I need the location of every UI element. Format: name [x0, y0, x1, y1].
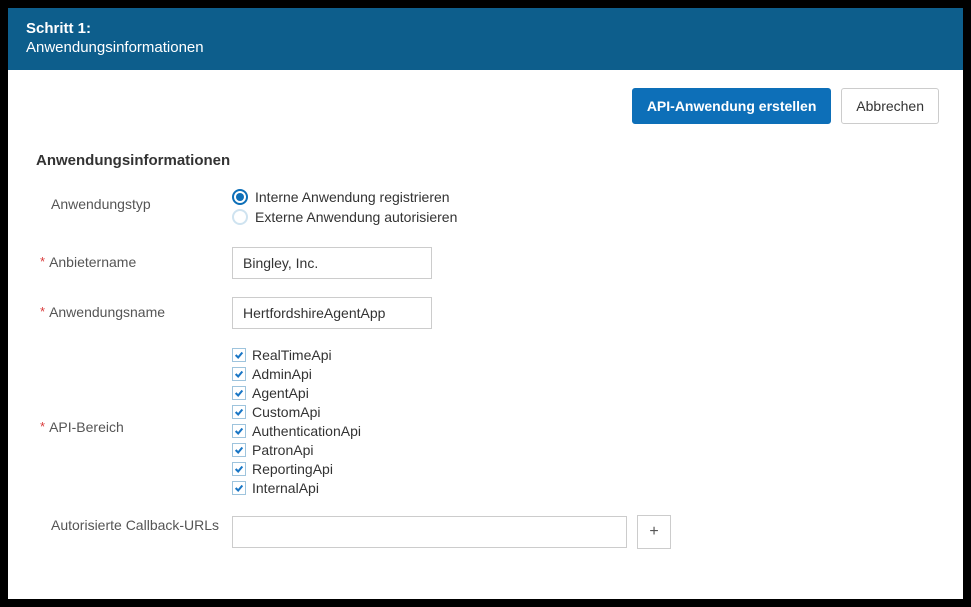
scope-item[interactable]: AuthenticationApi	[232, 423, 939, 439]
radio-label-internal: Interne Anwendung registrieren	[255, 189, 450, 205]
checkbox-icon	[232, 348, 246, 362]
scope-item[interactable]: CustomApi	[232, 404, 939, 420]
scope-label: AgentApi	[252, 385, 309, 401]
checkbox-icon	[232, 462, 246, 476]
checkbox-icon	[232, 405, 246, 419]
step-title: Anwendungsinformationen	[26, 39, 945, 56]
required-icon: *	[40, 304, 45, 319]
scope-item[interactable]: AdminApi	[232, 366, 939, 382]
row-api-scope: * API-Bereich RealTimeApi AdminApi Agent…	[32, 347, 939, 499]
scope-label: CustomApi	[252, 404, 320, 420]
label-callback: Autorisierte Callback-URLs	[32, 515, 232, 533]
dialog-header: Schritt 1: Anwendungsinformationen	[8, 8, 963, 70]
dialog-panel: Schritt 1: Anwendungsinformationen API-A…	[8, 8, 963, 599]
row-vendor: * Anbietername	[32, 247, 939, 279]
label-app-name: * Anwendungsname	[32, 297, 232, 320]
checkbox-icon	[232, 386, 246, 400]
checkbox-icon	[232, 367, 246, 381]
scope-label: AdminApi	[252, 366, 312, 382]
required-icon: *	[40, 419, 45, 434]
row-callback: Autorisierte Callback-URLs +	[32, 515, 939, 549]
label-api-scope: * API-Bereich	[32, 347, 232, 435]
label-app-type: Anwendungstyp	[32, 189, 232, 212]
scope-label: AuthenticationApi	[252, 423, 361, 439]
scope-list: RealTimeApi AdminApi AgentApi CustomApi …	[232, 347, 939, 499]
section-title: Anwendungsinformationen	[36, 152, 939, 169]
field-app-type: Interne Anwendung registrieren Externe A…	[232, 189, 939, 229]
label-vendor: * Anbietername	[32, 247, 232, 270]
scope-item[interactable]: RealTimeApi	[232, 347, 939, 363]
app-name-input[interactable]	[232, 297, 432, 329]
scope-item[interactable]: PatronApi	[232, 442, 939, 458]
scope-label: RealTimeApi	[252, 347, 332, 363]
scope-item[interactable]: ReportingApi	[232, 461, 939, 477]
required-icon: *	[40, 254, 45, 269]
add-callback-button[interactable]: +	[637, 515, 671, 549]
cancel-button[interactable]: Abbrechen	[841, 88, 939, 124]
dialog-body: API-Anwendung erstellen Abbrechen Anwend…	[8, 70, 963, 591]
scope-item[interactable]: InternalApi	[232, 480, 939, 496]
radio-external[interactable]: Externe Anwendung autorisieren	[232, 209, 939, 225]
radio-icon	[232, 209, 248, 225]
checkbox-icon	[232, 481, 246, 495]
radio-label-external: Externe Anwendung autorisieren	[255, 209, 457, 225]
create-button[interactable]: API-Anwendung erstellen	[632, 88, 832, 124]
step-label: Schritt 1:	[26, 20, 945, 37]
scope-label: PatronApi	[252, 442, 313, 458]
radio-internal[interactable]: Interne Anwendung registrieren	[232, 189, 939, 205]
row-app-type: Anwendungstyp Interne Anwendung registri…	[32, 189, 939, 229]
scope-label: InternalApi	[252, 480, 319, 496]
scope-label: ReportingApi	[252, 461, 333, 477]
checkbox-icon	[232, 424, 246, 438]
plus-icon: +	[649, 523, 658, 541]
radio-icon	[232, 189, 248, 205]
vendor-input[interactable]	[232, 247, 432, 279]
checkbox-icon	[232, 443, 246, 457]
callback-input[interactable]	[232, 516, 627, 548]
row-app-name: * Anwendungsname	[32, 297, 939, 329]
action-bar: API-Anwendung erstellen Abbrechen	[32, 88, 939, 124]
scope-item[interactable]: AgentApi	[232, 385, 939, 401]
